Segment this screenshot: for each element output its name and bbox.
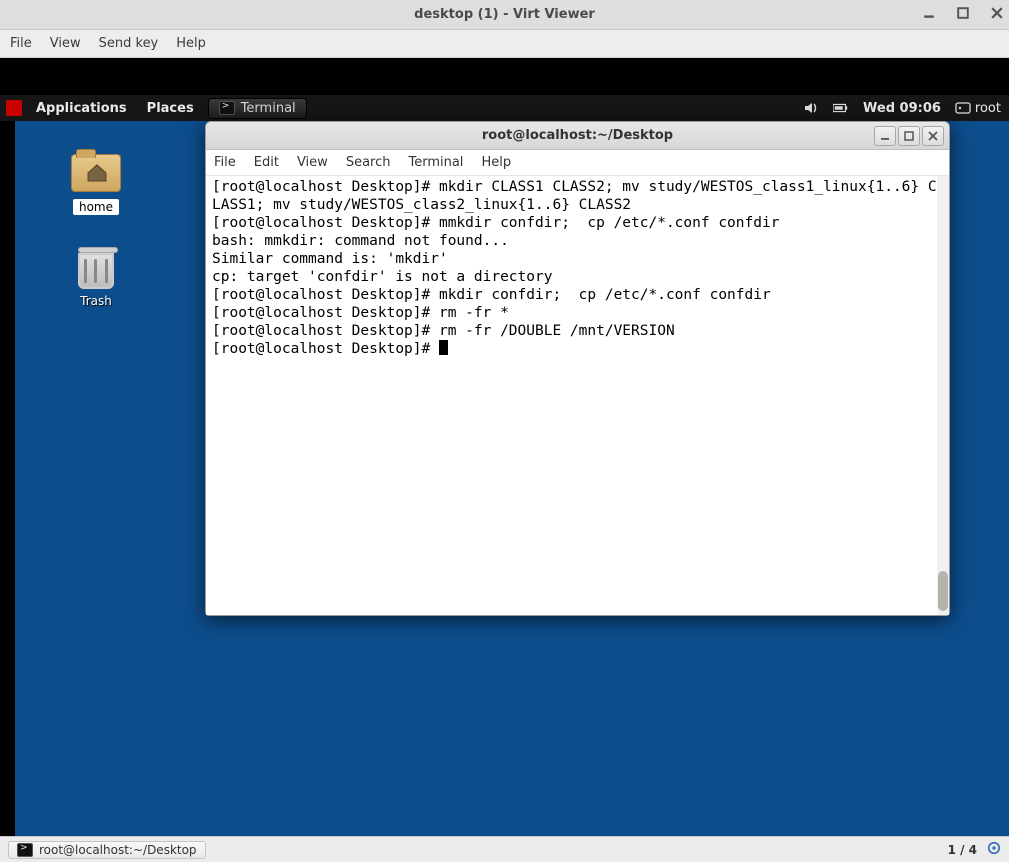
terminal-output: [root@localhost Desktop]# mkdir CLASS1 C… [212,178,943,358]
virtviewer-title: desktop (1) - Virt Viewer [414,7,595,22]
virtviewer-window-buttons [923,0,1003,29]
terminal-minimize-button[interactable] [874,126,896,146]
taskbar-terminal-label: Terminal [241,101,296,116]
terminal-menu-help[interactable]: Help [481,155,511,170]
terminal-scrollbar[interactable] [937,176,949,615]
terminal-window: root@localhost:~/Desktop File Edit View [205,121,950,616]
taskbar-terminal[interactable]: Terminal [208,98,307,119]
trash-icon[interactable]: Trash [70,243,122,309]
vv-menu-view[interactable]: View [50,36,81,51]
clock[interactable]: Wed 09:06 [863,101,941,116]
terminal-cursor [439,340,448,355]
terminal-menu-search[interactable]: Search [346,155,391,170]
panel-extra-icon[interactable] [987,841,1001,858]
terminal-titlebar[interactable]: root@localhost:~/Desktop [206,122,949,150]
vv-menu-sendkey[interactable]: Send key [99,36,159,51]
user-menu[interactable]: root [955,100,1001,116]
battery-icon[interactable] [833,100,849,116]
terminal-menubar: File Edit View Search Terminal Help [206,150,949,176]
volume-icon[interactable] [803,100,819,116]
terminal-title-text: root@localhost:~/Desktop [482,128,673,143]
terminal-menu-file[interactable]: File [214,155,236,170]
desktop-icons: home Trash [70,151,122,309]
terminal-menu-edit[interactable]: Edit [254,155,279,170]
home-icon [86,164,108,182]
user-menu-label: root [975,101,1001,116]
vm-display-area: Applications Places Terminal Wed 09:06 r… [0,58,1009,836]
minimize-button[interactable] [923,7,935,23]
close-button[interactable] [991,7,1003,23]
terminal-icon [17,843,33,857]
host-task-terminal[interactable]: root@localhost:~/Desktop [8,841,206,859]
vm-desktop[interactable]: home Trash root@localhost:~/Desktop [15,121,1009,836]
home-folder-icon[interactable]: home [70,151,122,215]
terminal-menu-view[interactable]: View [297,155,328,170]
terminal-maximize-button[interactable] [898,126,920,146]
workspace-indicator[interactable]: 1 / 4 [948,843,977,857]
user-icon [955,100,971,116]
virtviewer-menubar: File View Send key Help [0,30,1009,58]
places-menu[interactable]: Places [139,97,202,120]
home-folder-label: home [73,199,119,215]
virtviewer-titlebar: desktop (1) - Virt Viewer [0,0,1009,30]
terminal-menu-terminal[interactable]: Terminal [408,155,463,170]
terminal-scrollbar-thumb[interactable] [938,571,948,611]
trash-label: Trash [74,293,118,309]
vv-menu-file[interactable]: File [10,36,32,51]
host-bottom-panel: root@localhost:~/Desktop 1 / 4 [0,836,1009,862]
redhat-icon [6,100,22,116]
maximize-button[interactable] [957,7,969,23]
gnome-top-panel: Applications Places Terminal Wed 09:06 r… [0,95,1009,121]
terminal-body[interactable]: [root@localhost Desktop]# mkdir CLASS1 C… [206,176,949,615]
terminal-close-button[interactable] [922,126,944,146]
applications-menu[interactable]: Applications [28,97,135,120]
host-task-label: root@localhost:~/Desktop [39,843,197,857]
terminal-icon [219,101,235,115]
vv-menu-help[interactable]: Help [176,36,206,51]
